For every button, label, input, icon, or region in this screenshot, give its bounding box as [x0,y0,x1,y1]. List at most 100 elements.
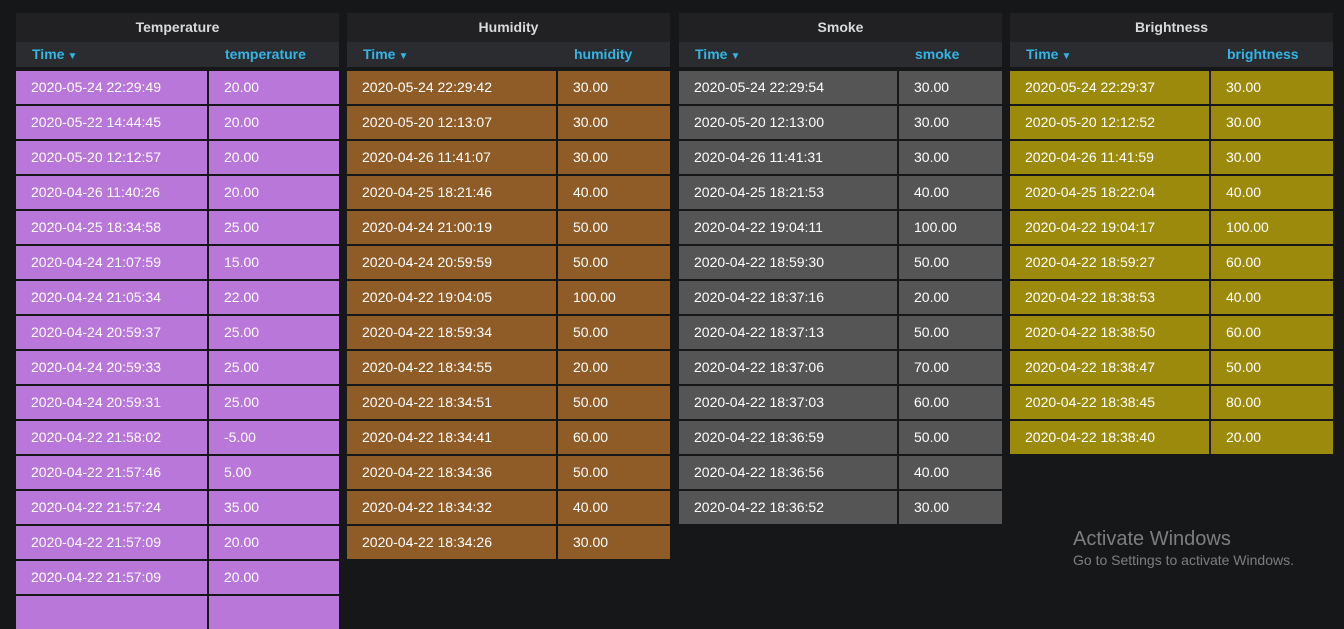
table-row: 2020-04-22 18:36:59 50.00 [679,421,1002,454]
value-cell: 25.00 [209,386,339,419]
time-cell: 2020-04-22 18:59:30 [679,246,897,279]
table-row: 2020-05-20 12:13:07 30.00 [347,106,670,139]
table-header: Time ▼ humidity [347,42,670,68]
table-row: 2020-04-22 18:36:52 30.00 [679,491,1002,524]
table-row: 2020-04-22 18:59:27 60.00 [1010,246,1333,279]
value-cell: 20.00 [209,71,339,104]
time-cell: 2020-04-22 18:36:52 [679,491,897,524]
table-header: Time ▼ brightness [1010,42,1333,68]
table-row: 2020-04-22 18:34:51 50.00 [347,386,670,419]
value-cell: 30.00 [558,141,670,174]
value-cell: 50.00 [558,246,670,279]
time-cell: 2020-05-22 14:44:45 [16,106,207,139]
time-cell: 2020-04-25 18:34:58 [16,211,207,244]
time-cell: 2020-04-25 18:22:04 [1010,176,1209,209]
value-column-header[interactable]: smoke [899,42,1002,67]
value-column-header[interactable]: humidity [558,42,670,67]
table-row: 2020-04-26 11:41:59 30.00 [1010,141,1333,174]
time-cell: 2020-04-24 21:07:59 [16,246,207,279]
value-cell: 40.00 [1211,176,1333,209]
value-cell: 60.00 [1211,246,1333,279]
table-row: 2020-04-26 11:40:26 20.00 [16,176,339,209]
time-cell: 2020-05-24 22:29:49 [16,71,207,104]
time-column-header[interactable]: Time ▼ [347,42,558,67]
time-cell: 2020-04-22 18:37:16 [679,281,897,314]
time-cell: 2020-04-22 19:04:17 [1010,211,1209,244]
panel-title[interactable]: Brightness [1010,13,1333,42]
time-cell: 2020-04-22 21:57:09 [16,526,207,559]
time-cell: 2020-04-22 21:57:24 [16,491,207,524]
time-column-header[interactable]: Time ▼ [16,42,209,67]
table-row: 2020-04-22 18:38:53 40.00 [1010,281,1333,314]
time-cell: 2020-04-24 20:59:59 [347,246,556,279]
table-row: 2020-04-22 21:57:09 20.00 [16,526,339,559]
table-header: Time ▼ temperature [16,42,339,68]
table-row: 2020-04-22 19:04:05 100.00 [347,281,670,314]
value-cell: 5.00 [209,456,339,489]
table-row: 2020-05-24 22:29:37 30.00 [1010,71,1333,104]
table-row: 2020-04-22 18:37:13 50.00 [679,316,1002,349]
table-row: 2020-04-22 21:58:02 -5.00 [16,421,339,454]
time-cell: 2020-04-22 18:38:50 [1010,316,1209,349]
value-cell: 20.00 [209,526,339,559]
value-cell: 20.00 [209,561,339,594]
value-cell: 30.00 [1211,141,1333,174]
value-cell [209,596,339,629]
table-row: 2020-04-22 18:34:41 60.00 [347,421,670,454]
value-cell: 50.00 [899,421,1002,454]
value-cell: 50.00 [899,316,1002,349]
value-cell: 30.00 [899,141,1002,174]
table-row: 2020-04-22 18:59:34 50.00 [347,316,670,349]
value-cell: 50.00 [558,456,670,489]
value-column-header[interactable]: brightness [1211,42,1333,67]
table-row: 2020-05-20 12:12:52 30.00 [1010,106,1333,139]
table-row: 2020-04-22 19:04:17 100.00 [1010,211,1333,244]
panel-title[interactable]: Smoke [679,13,1002,42]
table-row: 2020-04-24 20:59:31 25.00 [16,386,339,419]
table-row: 2020-05-20 12:12:57 20.00 [16,141,339,174]
time-column-header[interactable]: Time ▼ [1010,42,1211,67]
panel-title[interactable]: Temperature [16,13,339,42]
time-cell: 2020-04-22 21:57:46 [16,456,207,489]
value-cell: 50.00 [558,386,670,419]
value-cell: -5.00 [209,421,339,454]
value-cell: 100.00 [558,281,670,314]
time-header-label: Time [32,46,65,62]
table-row: 2020-04-22 18:34:26 30.00 [347,526,670,559]
table-row: 2020-04-22 18:37:16 20.00 [679,281,1002,314]
value-cell: 60.00 [1211,316,1333,349]
time-cell: 2020-04-22 18:34:55 [347,351,556,384]
table-row: 2020-04-26 11:41:07 30.00 [347,141,670,174]
value-cell: 40.00 [899,456,1002,489]
time-cell: 2020-04-24 20:59:33 [16,351,207,384]
time-cell: 2020-05-24 22:29:42 [347,71,556,104]
value-cell: 30.00 [899,106,1002,139]
time-header-label: Time [695,46,728,62]
table-row: 2020-04-24 20:59:59 50.00 [347,246,670,279]
panel-title[interactable]: Humidity [347,13,670,42]
watermark-title: Activate Windows [1073,528,1231,550]
table-row: 2020-04-26 11:41:31 30.00 [679,141,1002,174]
value-cell: 100.00 [1211,211,1333,244]
time-cell: 2020-04-22 21:58:02 [16,421,207,454]
table-row: 2020-04-22 21:57:46 5.00 [16,456,339,489]
value-column-header[interactable]: temperature [209,42,339,67]
table-row [16,596,339,629]
value-cell: 30.00 [899,491,1002,524]
value-cell: 30.00 [558,71,670,104]
value-cell: 30.00 [1211,106,1333,139]
time-cell: 2020-04-22 18:59:34 [347,316,556,349]
time-cell: 2020-04-22 18:34:51 [347,386,556,419]
time-cell: 2020-04-24 20:59:37 [16,316,207,349]
table-row: 2020-04-24 21:05:34 22.00 [16,281,339,314]
value-cell: 20.00 [209,141,339,174]
time-column-header[interactable]: Time ▼ [679,42,899,67]
table-row: 2020-05-24 22:29:54 30.00 [679,71,1002,104]
time-cell: 2020-04-26 11:40:26 [16,176,207,209]
table-body: 2020-05-24 22:29:54 30.00 2020-05-20 12:13… [679,71,1002,524]
value-cell: 60.00 [558,421,670,454]
time-cell: 2020-05-24 22:29:37 [1010,71,1209,104]
value-cell: 50.00 [899,246,1002,279]
time-cell: 2020-04-22 18:59:27 [1010,246,1209,279]
activate-windows-watermark: Activate Windows Go to Settings to activ… [1073,527,1294,570]
